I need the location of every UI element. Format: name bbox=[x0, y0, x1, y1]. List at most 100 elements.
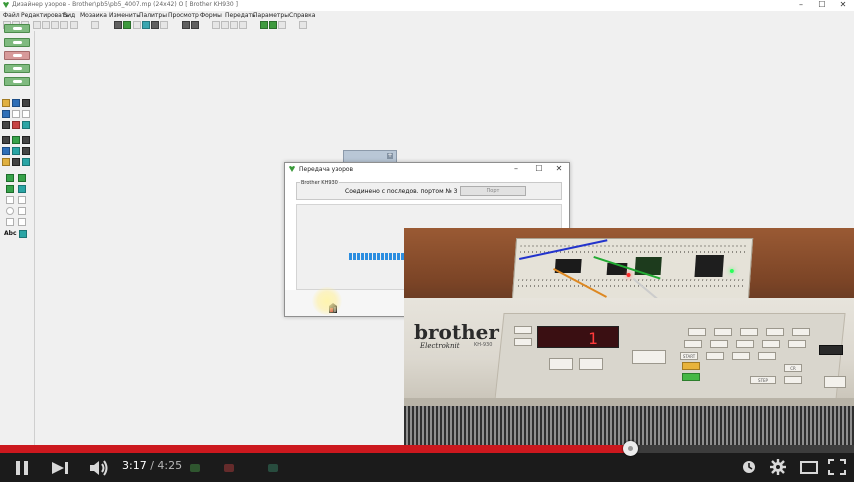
scissors-icon[interactable] bbox=[2, 121, 10, 129]
panel-key-11 bbox=[684, 340, 702, 348]
line-tool-icon[interactable] bbox=[114, 21, 122, 29]
check-icon[interactable] bbox=[299, 21, 307, 29]
toolbar bbox=[0, 20, 854, 31]
frame-icon[interactable] bbox=[221, 21, 229, 29]
bucket-tool-icon[interactable] bbox=[18, 185, 26, 193]
taskbar-ghost-icon-1 bbox=[190, 464, 200, 472]
progress-scrubber[interactable] bbox=[623, 441, 638, 456]
printer-icon[interactable] bbox=[22, 99, 30, 107]
minimize-button[interactable]: – bbox=[794, 0, 808, 11]
dialog-close-button[interactable]: ✕ bbox=[553, 164, 565, 173]
expand-icon[interactable]: + bbox=[387, 153, 393, 159]
menu-view[interactable]: Вид bbox=[63, 12, 75, 19]
settings-gear-icon[interactable] bbox=[770, 459, 786, 475]
zoom-fit-icon[interactable] bbox=[60, 21, 68, 29]
copy-icon[interactable] bbox=[22, 121, 30, 129]
cr-key: CR bbox=[784, 364, 802, 372]
spray-tool-icon[interactable] bbox=[6, 185, 14, 193]
print-icon[interactable] bbox=[91, 21, 99, 29]
pause-icon[interactable] bbox=[14, 461, 30, 475]
time-display: 3:17 / 4:25 bbox=[122, 459, 182, 472]
grid-icon[interactable] bbox=[133, 21, 141, 29]
text-tool-button[interactable]: Abc bbox=[4, 230, 17, 237]
theater-mode-icon[interactable] bbox=[800, 461, 818, 474]
machine-view-button-3[interactable] bbox=[4, 51, 30, 60]
dots-pattern-icon[interactable] bbox=[2, 147, 10, 155]
machine-view-button-5[interactable] bbox=[4, 77, 30, 86]
add-row-icon[interactable] bbox=[260, 21, 268, 29]
curve-draw-icon[interactable] bbox=[18, 196, 26, 204]
maximize-button[interactable]: ☐ bbox=[815, 0, 829, 11]
grid-toggle-icon[interactable] bbox=[230, 21, 238, 29]
dialog-minimize-button[interactable]: – bbox=[510, 164, 522, 173]
dialog-title: Передача узоров bbox=[299, 166, 354, 173]
machine-view-button-1[interactable] bbox=[4, 24, 30, 33]
invert-icon[interactable] bbox=[182, 21, 190, 29]
minus-tool-icon[interactable] bbox=[18, 218, 26, 226]
palette-icon[interactable] bbox=[142, 21, 150, 29]
dialog-maximize-button[interactable]: ☐ bbox=[533, 164, 545, 173]
menu-preview[interactable]: Просмотр bbox=[168, 12, 199, 19]
ellipse-tool-icon[interactable] bbox=[6, 207, 14, 215]
menu-shapes[interactable]: Формы bbox=[200, 12, 222, 19]
knit-symbol-icon[interactable] bbox=[12, 121, 20, 129]
needle-bed bbox=[404, 406, 854, 445]
fullscreen-icon[interactable] bbox=[828, 459, 846, 475]
menu-modify[interactable]: Изменить bbox=[109, 12, 140, 19]
progress-played bbox=[0, 445, 630, 453]
line-draw-icon[interactable] bbox=[6, 196, 14, 204]
zoom-out-icon[interactable] bbox=[51, 21, 59, 29]
watch-later-icon[interactable] bbox=[742, 460, 756, 474]
port-button[interactable]: Порт bbox=[460, 186, 526, 196]
blank-tool-icon-1[interactable] bbox=[12, 110, 20, 118]
menu-help[interactable]: Справка bbox=[289, 12, 315, 19]
cut-icon[interactable] bbox=[33, 21, 41, 29]
grid-pattern-icon[interactable] bbox=[12, 147, 20, 155]
crop-icon[interactable] bbox=[239, 21, 247, 29]
menu-parameters[interactable]: Параметры bbox=[253, 12, 289, 19]
menu-transfer[interactable]: Передать bbox=[225, 12, 256, 19]
pencil-icon[interactable] bbox=[160, 21, 168, 29]
swap-icon[interactable] bbox=[278, 21, 286, 29]
select-icon[interactable] bbox=[212, 21, 220, 29]
image-icon[interactable] bbox=[2, 158, 10, 166]
close-button[interactable]: ✕ bbox=[836, 0, 850, 11]
rectangle-tool-icon[interactable] bbox=[18, 207, 26, 215]
help-icon[interactable] bbox=[2, 110, 10, 118]
panel-key-8 bbox=[740, 328, 758, 336]
brush-tool-icon[interactable] bbox=[18, 174, 26, 182]
cross-pattern-icon[interactable] bbox=[12, 158, 20, 166]
panel-key-2 bbox=[514, 338, 532, 346]
progress-segment bbox=[353, 253, 356, 260]
time-separator: / bbox=[150, 459, 154, 472]
fill-bucket-icon[interactable] bbox=[22, 136, 30, 144]
machine-view-button-4[interactable] bbox=[4, 64, 30, 73]
pencil-tool-icon[interactable] bbox=[6, 174, 14, 182]
next-icon[interactable] bbox=[52, 462, 70, 474]
tree-icon[interactable] bbox=[12, 136, 20, 144]
add-column-icon[interactable] bbox=[269, 21, 277, 29]
color-bar-icon[interactable] bbox=[123, 21, 131, 29]
text-settings-icon[interactable] bbox=[19, 230, 27, 238]
eyedropper-icon[interactable] bbox=[22, 158, 30, 166]
chess-pattern-icon[interactable] bbox=[22, 147, 30, 155]
menu-palettes[interactable]: Палитры bbox=[139, 12, 167, 19]
mirror-icon[interactable] bbox=[191, 21, 199, 29]
save-disk-icon[interactable] bbox=[12, 99, 20, 107]
progress-segment bbox=[369, 253, 372, 260]
blank-tool-icon-2[interactable] bbox=[22, 110, 30, 118]
fill-icon[interactable] bbox=[151, 21, 159, 29]
progress-segment bbox=[381, 253, 384, 260]
zoom-in-icon[interactable] bbox=[42, 21, 50, 29]
menu-mosaic[interactable]: Мозаика bbox=[80, 12, 107, 19]
volume-icon[interactable] bbox=[90, 460, 110, 476]
zoom-select-icon[interactable] bbox=[70, 21, 78, 29]
menu-edit[interactable]: Редактировать bbox=[21, 12, 69, 19]
machine-view-button-2[interactable] bbox=[4, 38, 30, 47]
yarn-icon[interactable] bbox=[2, 136, 10, 144]
plus-tool-icon[interactable] bbox=[6, 218, 14, 226]
menu-file[interactable]: Файл bbox=[3, 12, 20, 19]
open-folder-icon[interactable] bbox=[2, 99, 10, 107]
progress-segment bbox=[373, 253, 376, 260]
panel-key-15 bbox=[788, 340, 806, 348]
